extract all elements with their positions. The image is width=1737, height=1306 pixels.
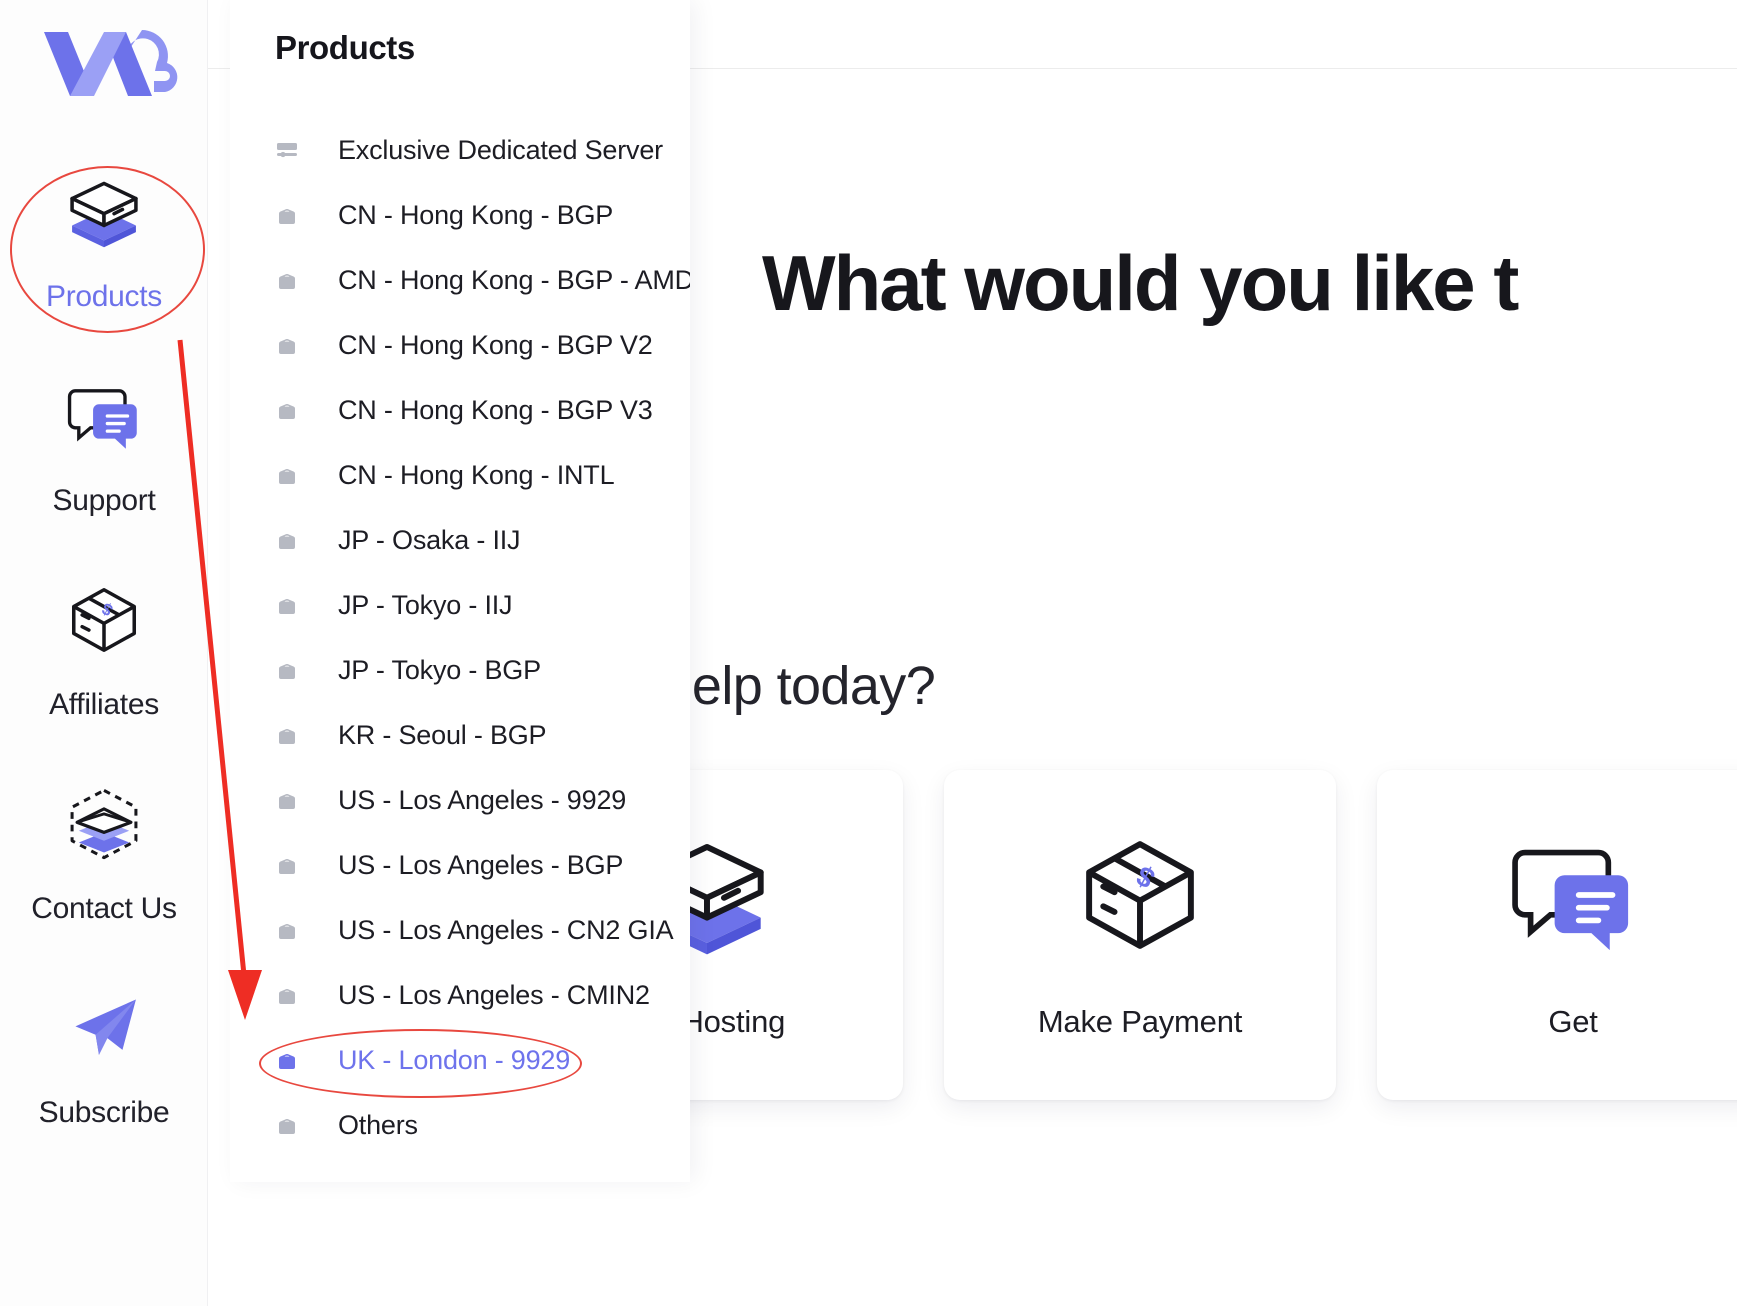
sidebar-item-label: Contact Us bbox=[31, 892, 177, 925]
logo-wrapper[interactable] bbox=[0, 10, 208, 114]
product-item-label: JP - Tokyo - IIJ bbox=[338, 590, 513, 620]
sidebar-item-contact-us[interactable]: Contact Us bbox=[0, 772, 208, 976]
product-item-us-los-angeles-cn2-gia[interactable]: US - Los Angeles - CN2 GIA bbox=[230, 898, 690, 963]
sidebar-item-products[interactable]: Products bbox=[0, 160, 208, 364]
server-bag-icon bbox=[278, 273, 296, 289]
server-bag-icon bbox=[278, 663, 296, 679]
quick-action-cards: der Hosting $ Make Payment Get bbox=[511, 770, 1737, 1100]
product-item-exclusive-dedicated-server[interactable]: Exclusive Dedicated Server bbox=[230, 118, 690, 183]
chat-bubbles-icon bbox=[67, 389, 137, 449]
sidebar-item-support[interactable]: Support bbox=[0, 364, 208, 568]
product-item-kr-seoul-bgp[interactable]: KR - Seoul - BGP bbox=[230, 703, 690, 768]
dollar-package-icon: $ bbox=[71, 587, 137, 653]
dropdown-title: Products bbox=[275, 29, 415, 66]
sidebar-item-subscribe[interactable]: Subscribe bbox=[0, 976, 208, 1180]
product-item-jp-tokyo-bgp[interactable]: JP - Tokyo - BGP bbox=[230, 638, 690, 703]
left-sidebar: Products Support $ Affiliates Contact Us… bbox=[0, 0, 208, 1306]
server-bag-icon bbox=[278, 1118, 296, 1134]
product-item-label: US - Los Angeles - 9929 bbox=[338, 785, 627, 815]
paper-plane-icon bbox=[75, 999, 136, 1055]
product-item-us-los-angeles-bgp[interactable]: US - Los Angeles - BGP bbox=[230, 833, 690, 898]
dashed-hex-layers-icon bbox=[70, 788, 138, 860]
server-bag-icon bbox=[278, 533, 296, 549]
dollar-package-icon: $ bbox=[1086, 841, 1194, 949]
server-bag-icon bbox=[278, 728, 296, 744]
server-bag-icon bbox=[278, 923, 296, 939]
server-bag-icon bbox=[278, 598, 296, 614]
product-item-label: KR - Seoul - BGP bbox=[338, 720, 547, 750]
product-item-cn-hong-kong-bgp-v3[interactable]: CN - Hong Kong - BGP V3 bbox=[230, 378, 690, 443]
server-bag-icon bbox=[278, 988, 296, 1004]
product-item-label: US - Los Angeles - CN2 GIA bbox=[338, 915, 674, 945]
server-bag-icon bbox=[278, 858, 296, 874]
product-item-label: Others bbox=[338, 1110, 418, 1140]
product-item-cn-hong-kong-bgp-amd[interactable]: CN - Hong Kong - BGP - AMD bbox=[230, 248, 690, 313]
product-item-label: CN - Hong Kong - INTL bbox=[338, 460, 615, 490]
product-item-label: CN - Hong Kong - BGP V3 bbox=[338, 395, 653, 425]
server-rack-icon bbox=[277, 142, 297, 157]
product-item-label: US - Los Angeles - CMIN2 bbox=[338, 980, 650, 1010]
product-item-label: Exclusive Dedicated Server bbox=[338, 135, 663, 165]
va-cloud-logo bbox=[44, 30, 178, 96]
server-bag-icon bbox=[278, 468, 296, 484]
product-item-label: CN - Hong Kong - BGP V2 bbox=[338, 330, 653, 360]
server-bag-icon bbox=[278, 208, 296, 224]
card-make-payment[interactable]: $ Make Payment bbox=[944, 770, 1336, 1100]
product-item-label: JP - Osaka - IIJ bbox=[338, 525, 521, 555]
card-label: Get bbox=[1548, 1004, 1598, 1039]
product-list: Exclusive Dedicated Server CN - Hong Kon… bbox=[230, 118, 690, 1158]
server-bag-icon bbox=[278, 793, 296, 809]
sidebar-item-label: Affiliates bbox=[49, 688, 159, 721]
sidebar-nav: Products Support $ Affiliates Contact Us… bbox=[0, 160, 208, 1180]
product-item-label: CN - Hong Kong - BGP bbox=[338, 200, 614, 230]
server-bag-icon bbox=[278, 1053, 296, 1069]
product-item-jp-tokyo-iij[interactable]: JP - Tokyo - IIJ bbox=[230, 573, 690, 638]
server-bag-icon bbox=[278, 403, 296, 419]
page-title-line1: What would you like t bbox=[762, 239, 1519, 327]
card-get-support[interactable]: Get bbox=[1377, 770, 1737, 1100]
product-item-cn-hong-kong-bgp[interactable]: CN - Hong Kong - BGP bbox=[230, 183, 690, 248]
product-item-us-los-angeles-cmin2[interactable]: US - Los Angeles - CMIN2 bbox=[230, 963, 690, 1028]
sidebar-item-affiliates[interactable]: $ Affiliates bbox=[0, 568, 208, 772]
product-item-jp-osaka-iij[interactable]: JP - Osaka - IIJ bbox=[230, 508, 690, 573]
product-item-cn-hong-kong-intl[interactable]: CN - Hong Kong - INTL bbox=[230, 443, 690, 508]
product-item-others[interactable]: Others bbox=[230, 1093, 690, 1158]
product-item-label: US - Los Angeles - BGP bbox=[338, 850, 624, 880]
product-item-label: CN - Hong Kong - BGP - AMD bbox=[338, 265, 690, 295]
server-bag-icon bbox=[278, 338, 296, 354]
product-item-label: JP - Tokyo - BGP bbox=[338, 655, 541, 685]
product-item-uk-london-9929[interactable]: UK - London - 9929 bbox=[230, 1028, 690, 1093]
products-dropdown-panel: Products Exclusive Dedicated Server CN -… bbox=[230, 0, 690, 1182]
sidebar-item-label: Subscribe bbox=[38, 1096, 170, 1129]
screen-root: What would you like t an we help today? … bbox=[0, 0, 1737, 1306]
product-item-label: UK - London - 9929 bbox=[338, 1045, 571, 1075]
sidebar-item-label: Products bbox=[46, 280, 162, 313]
product-item-cn-hong-kong-bgp-v2[interactable]: CN - Hong Kong - BGP V2 bbox=[230, 313, 690, 378]
chat-bubbles-icon bbox=[1512, 849, 1629, 951]
card-label: Make Payment bbox=[1037, 1004, 1243, 1039]
product-item-us-los-angeles-9929[interactable]: US - Los Angeles - 9929 bbox=[230, 768, 690, 833]
box-layers-icon bbox=[70, 181, 138, 248]
sidebar-item-label: Support bbox=[52, 484, 156, 517]
